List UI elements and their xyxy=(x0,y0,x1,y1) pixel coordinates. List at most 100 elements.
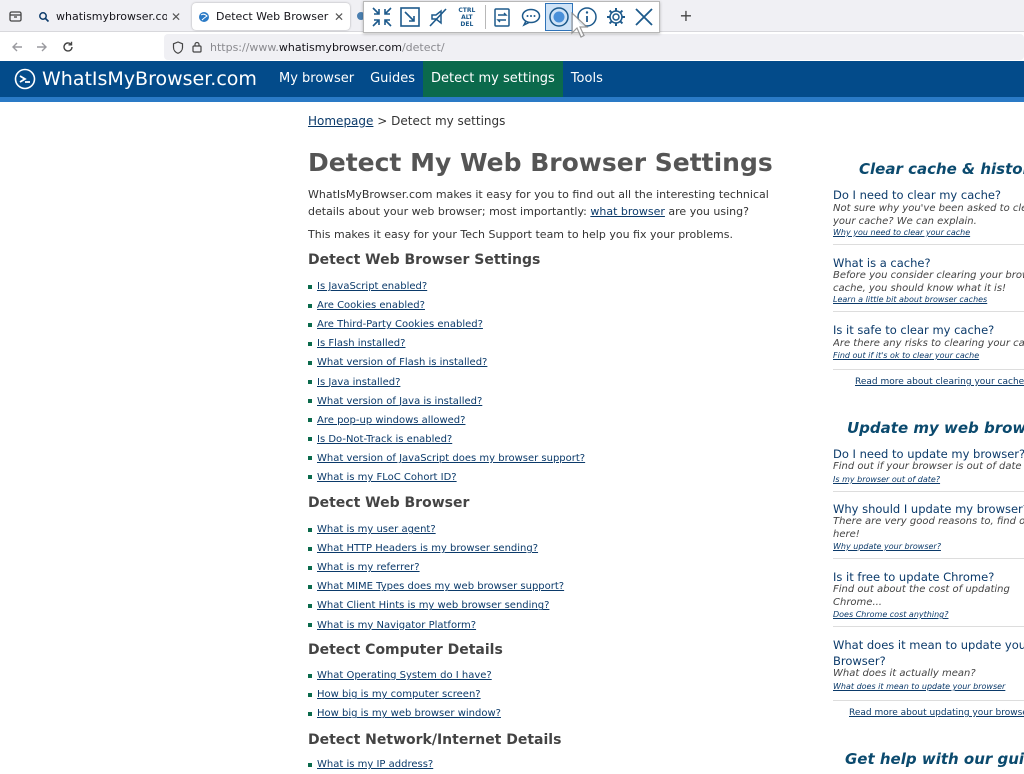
link-do-not-track[interactable]: Is Do-Not-Track is enabled? xyxy=(317,434,452,445)
sidebar-question-link[interactable]: Is it free to update Chrome? xyxy=(833,570,994,584)
tab-detect-settings[interactable]: Detect Web Browser Sett ✕ xyxy=(192,3,350,30)
section-heading: Detect Web Browser Settings xyxy=(308,252,541,268)
link-window-size[interactable]: How big is my web browser window? xyxy=(317,708,501,719)
list-item: What version of JavaScript does my brows… xyxy=(308,449,585,468)
url-bar[interactable]: https://www. whatismybrowser.com/detect/ xyxy=(164,34,1024,60)
bullet-icon xyxy=(308,322,312,327)
chat-button[interactable] xyxy=(517,3,544,31)
url-host: whatismybrowser.com xyxy=(278,40,402,54)
close-tab-icon[interactable]: ✕ xyxy=(171,10,181,24)
link-operating-system[interactable]: What Operating System do I have? xyxy=(317,670,492,681)
bullet-icon xyxy=(308,360,312,365)
link-cookies-enabled[interactable]: Are Cookies enabled? xyxy=(317,300,425,311)
link-javascript-version[interactable]: What version of JavaScript does my brows… xyxy=(317,453,585,464)
clipboard-button[interactable] xyxy=(489,3,516,31)
header-stripe xyxy=(0,97,1024,102)
sidebar-small-link[interactable]: Is my browser out of date? xyxy=(833,475,940,484)
forward-button[interactable] xyxy=(32,37,52,57)
url-path: /detect/ xyxy=(401,40,445,54)
reload-icon xyxy=(63,41,73,52)
link-floc-cohort[interactable]: What is my FLoC Cohort ID? xyxy=(317,472,457,483)
sidebar-divider xyxy=(833,626,1024,627)
list-item: Are Cookies enabled? xyxy=(308,296,585,315)
settings-button[interactable] xyxy=(602,3,629,31)
bullet-icon xyxy=(308,546,312,551)
sidebar-question-link[interactable]: Why should I update my browser? xyxy=(833,502,1024,516)
search-icon xyxy=(39,11,50,22)
sidebar-small-link[interactable]: Find out if it's ok to clear your cache xyxy=(833,351,979,360)
sidebar-heading-update: Update my web browser xyxy=(847,419,1024,437)
link-navigator-platform[interactable]: What is my Navigator Platform? xyxy=(317,620,476,631)
sidebar-question-link[interactable]: Do I need to update my browser? xyxy=(833,447,1024,461)
list-item: Are pop-up windows allowed? xyxy=(308,411,585,430)
link-http-headers[interactable]: What HTTP Headers is my browser sending? xyxy=(317,543,538,554)
link-flash-installed[interactable]: Is Flash installed? xyxy=(317,338,405,349)
bullet-icon xyxy=(308,527,312,532)
nav-my-browser[interactable]: My browser xyxy=(271,61,362,97)
nav-guides[interactable]: Guides xyxy=(362,61,423,97)
link-javascript-enabled[interactable]: Is JavaScript enabled? xyxy=(317,281,427,292)
new-tab-button[interactable]: + xyxy=(677,6,695,26)
link-mime-types[interactable]: What MIME Types does my web browser supp… xyxy=(317,581,564,592)
list-item: Is JavaScript enabled? xyxy=(308,277,585,296)
link-popups-allowed[interactable]: Are pop-up windows allowed? xyxy=(317,415,465,426)
list-item: What Client Hints is my web browser send… xyxy=(308,596,564,615)
link-flash-version[interactable]: What version of Flash is installed? xyxy=(317,357,487,368)
sidebar-question-link[interactable]: What does it mean to update your Browser? xyxy=(833,637,1024,669)
sidebar-question-link[interactable]: Do I need to clear my cache? xyxy=(833,188,1001,202)
link-referrer[interactable]: What is my referrer? xyxy=(317,562,420,573)
scale-button[interactable] xyxy=(396,3,423,31)
link-client-hints[interactable]: What Client Hints is my web browser send… xyxy=(317,600,549,611)
disconnect-button[interactable] xyxy=(631,3,658,31)
link-user-agent[interactable]: What is my user agent? xyxy=(317,524,436,535)
nav-tools[interactable]: Tools xyxy=(563,61,611,97)
tab-whatismybrowser[interactable]: whatismybrowser.com cl ✕ xyxy=(32,3,187,30)
sidebar-description: Before you consider clearing your browse… xyxy=(833,270,1024,294)
clipboard-transfer-icon xyxy=(494,8,510,27)
fullscreen-exit-button[interactable] xyxy=(368,3,395,31)
bullet-icon xyxy=(308,692,312,697)
link-java-installed[interactable]: Is Java installed? xyxy=(317,377,400,388)
breadcrumb: Homepage > Detect my settings xyxy=(308,114,505,128)
tab-title: Detect Web Browser Sett xyxy=(216,10,330,23)
bullet-icon xyxy=(308,623,312,628)
tab-overview-button[interactable] xyxy=(4,5,26,27)
ctrl-alt-del-button[interactable]: CTRL ALT DEL xyxy=(453,3,480,31)
resize-icon xyxy=(400,7,420,27)
link-ip-address[interactable]: What is my IP address? xyxy=(317,759,433,770)
bullet-icon xyxy=(308,437,312,442)
back-button[interactable] xyxy=(7,37,27,57)
list-item: What is my Navigator Platform? xyxy=(308,615,564,634)
sidebar-small-link[interactable]: Why update your browser? xyxy=(833,542,941,551)
mute-button[interactable] xyxy=(425,3,452,31)
bullet-icon xyxy=(308,341,312,346)
section-heading: Detect Web Browser xyxy=(308,495,470,511)
site-logo[interactable]: WhatIsMyBrowser.com xyxy=(14,68,257,90)
reload-button[interactable] xyxy=(58,37,78,57)
breadcrumb-current: Detect my settings xyxy=(391,114,506,128)
link-java-version[interactable]: What version of Java is installed? xyxy=(317,396,482,407)
sidebar-question-link[interactable]: Is it safe to clear my cache? xyxy=(833,323,994,337)
lock-icon[interactable] xyxy=(192,41,202,53)
shield-icon[interactable] xyxy=(172,40,184,54)
sidebar-description: There are very good reasons to, find out… xyxy=(833,516,1024,540)
close-tab-icon[interactable]: ✕ xyxy=(334,10,344,24)
breadcrumb-homepage-link[interactable]: Homepage xyxy=(308,114,373,128)
sidebar-question-link[interactable]: What is a cache? xyxy=(833,256,931,270)
record-button[interactable] xyxy=(545,3,573,31)
what-browser-link[interactable]: what browser xyxy=(590,205,665,218)
read-more-cache-link[interactable]: Read more about clearing your cache xyxy=(855,377,1024,387)
sidebar-small-link[interactable]: Why you need to clear your cache xyxy=(833,228,970,237)
toolbar-divider xyxy=(484,5,486,29)
section-heading: Detect Network/Internet Details xyxy=(308,732,562,748)
sidebar-small-link[interactable]: Does Chrome cost anything? xyxy=(833,610,948,619)
link-screen-size[interactable]: How big is my computer screen? xyxy=(317,689,481,700)
list-item: Is Java installed? xyxy=(308,372,585,391)
read-more-update-link[interactable]: Read more about updating your browser xyxy=(849,708,1024,718)
sidebar-small-link[interactable]: What does it mean to update your browser xyxy=(833,682,1005,691)
sidebar-small-link[interactable]: Learn a little bit about browser caches xyxy=(833,295,987,304)
link-third-party-cookies[interactable]: Are Third-Party Cookies enabled? xyxy=(317,319,483,330)
list-item: What Operating System do I have? xyxy=(308,666,501,685)
bullet-icon xyxy=(308,303,312,308)
nav-detect-my-settings[interactable]: Detect my settings xyxy=(423,61,563,97)
